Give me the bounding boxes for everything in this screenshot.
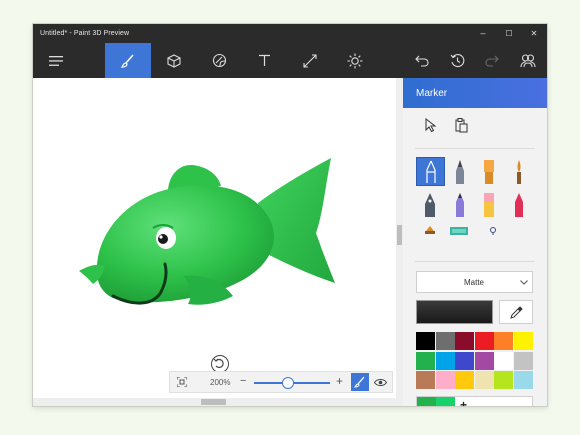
drawing-canvas[interactable]	[33, 78, 396, 398]
palette-color[interactable]	[455, 351, 474, 370]
palette-color[interactable]	[513, 332, 533, 350]
eyedropper-button[interactable]	[499, 300, 533, 324]
brush-icon	[120, 54, 134, 68]
fish-drawing	[79, 158, 335, 305]
menu-icon	[49, 55, 63, 66]
finish-dropdown[interactable]: Matte	[416, 271, 533, 293]
marker-tool[interactable]	[416, 157, 445, 186]
eyedropper-icon	[510, 306, 523, 319]
rotate-icon	[213, 358, 224, 369]
zoom-level: 200%	[210, 378, 231, 387]
sticker-icon	[212, 53, 226, 68]
pen-icon[interactable]	[423, 192, 437, 218]
resize-canvas-icon	[303, 53, 317, 68]
effects-sun-icon	[347, 53, 363, 68]
chevron-down-icon	[520, 280, 528, 285]
select-cursor-icon[interactable]	[425, 118, 437, 132]
palette-color[interactable]	[494, 332, 513, 350]
maximize-button[interactable]: ☐	[497, 24, 521, 43]
community-icon	[520, 54, 536, 68]
redo-icon	[485, 55, 499, 67]
palette-color[interactable]	[435, 351, 455, 370]
palette-color[interactable]	[455, 371, 474, 389]
add-color-button[interactable]: +	[460, 398, 467, 406]
pencil-icon[interactable]	[454, 192, 466, 218]
palette-color[interactable]	[474, 351, 494, 370]
palette-color[interactable]	[474, 332, 494, 350]
crayon-icon[interactable]	[513, 192, 525, 218]
paste-icon[interactable]	[455, 118, 468, 133]
paint3d-window: Untitled* - Paint 3D Preview – ☐ ✕ 200% …	[33, 24, 547, 406]
custom-color-2[interactable]	[436, 397, 455, 406]
brush-icon	[354, 376, 365, 388]
vertical-scrollbar[interactable]	[396, 78, 403, 406]
3d-cube-icon	[167, 53, 181, 68]
calligraphy-pen-icon[interactable]	[454, 159, 466, 185]
text-tab[interactable]	[241, 43, 287, 78]
palette-color[interactable]	[416, 332, 435, 350]
title-bar: Untitled* - Paint 3D Preview – ☐ ✕	[33, 24, 547, 43]
vertical-scroll-thumb[interactable]	[397, 225, 402, 245]
marker-icon	[426, 160, 436, 183]
undo-icon	[415, 55, 429, 67]
side-panel: Marker Matte +	[403, 78, 547, 406]
minimize-button[interactable]: –	[471, 24, 495, 43]
fit-to-screen-icon[interactable]	[177, 377, 187, 387]
eraser-icon[interactable]	[483, 192, 495, 218]
palette-color[interactable]	[435, 371, 455, 389]
history-icon	[450, 54, 464, 68]
main-toolbar	[33, 43, 547, 78]
custom-colors-row: +	[416, 396, 533, 406]
palette-color[interactable]	[455, 332, 474, 350]
pixel-pen-icon[interactable]	[423, 226, 437, 234]
window-title: Untitled* - Paint 3D Preview	[40, 30, 130, 37]
canvas-tab[interactable]	[287, 43, 333, 78]
watercolor-icon[interactable]	[513, 159, 525, 185]
zoom-bar: 200% − +	[169, 371, 393, 393]
color-palette	[416, 332, 533, 391]
palette-color[interactable]	[513, 371, 533, 389]
brush-mode-button[interactable]	[351, 373, 369, 391]
finish-value: Matte	[464, 278, 485, 287]
palette-color[interactable]	[416, 351, 435, 370]
brushes-divider	[415, 261, 535, 262]
stickers-tab[interactable]	[196, 43, 242, 78]
menu-button[interactable]	[33, 43, 79, 78]
oil-brush-icon[interactable]	[482, 159, 496, 185]
text-icon	[258, 54, 270, 66]
panel-header: Marker	[403, 78, 547, 108]
palette-color[interactable]	[513, 351, 533, 370]
spray-can-icon[interactable]	[450, 227, 468, 235]
tools-divider	[415, 148, 535, 149]
effects-tab[interactable]	[332, 43, 378, 78]
custom-color-1[interactable]	[417, 397, 436, 406]
fill-bucket-icon[interactable]	[489, 227, 497, 235]
palette-color[interactable]	[494, 371, 513, 389]
3d-shapes-tab[interactable]	[151, 43, 197, 78]
current-color-swatch[interactable]	[416, 300, 493, 324]
panel-title: Marker	[416, 88, 448, 99]
close-button[interactable]: ✕	[522, 24, 546, 43]
art-tools-tab[interactable]	[105, 43, 151, 78]
community-button[interactable]	[505, 43, 547, 78]
zoom-slider-thumb[interactable]	[282, 377, 295, 389]
horizontal-scroll-thumb[interactable]	[201, 399, 226, 405]
zoom-in-button[interactable]: +	[336, 374, 343, 388]
zoom-slider[interactable]	[254, 377, 330, 389]
zoom-out-button[interactable]: −	[240, 375, 246, 387]
palette-color[interactable]	[494, 351, 513, 370]
palette-color[interactable]	[416, 371, 435, 389]
view-eye-icon[interactable]	[374, 378, 387, 387]
horizontal-scrollbar[interactable]	[33, 398, 396, 406]
palette-color[interactable]	[474, 371, 494, 389]
palette-color[interactable]	[435, 332, 455, 350]
